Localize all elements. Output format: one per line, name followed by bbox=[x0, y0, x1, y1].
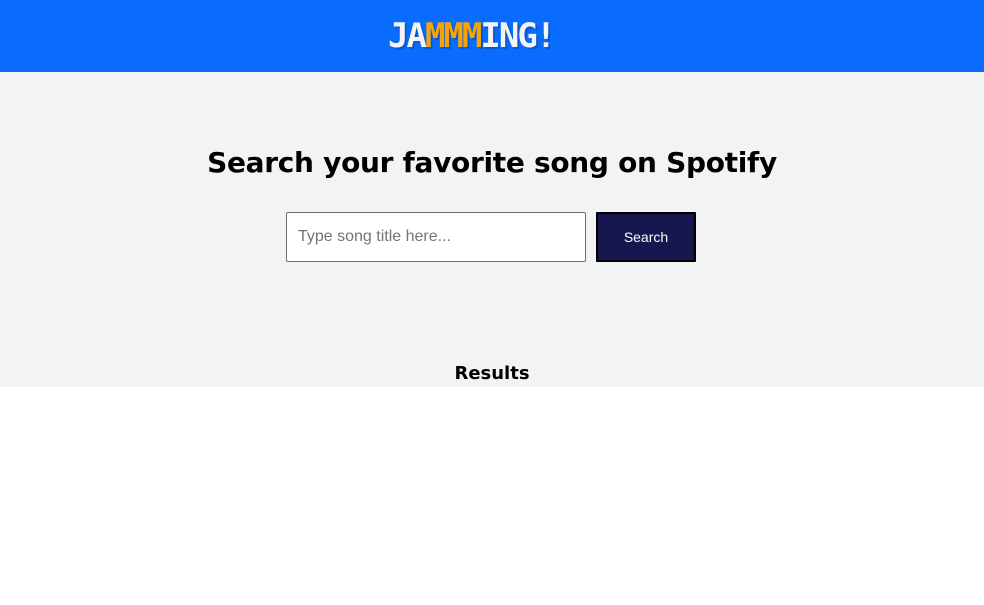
logo-part-mmm: MMM bbox=[424, 16, 482, 56]
page-title: Search your favorite song on Spotify bbox=[207, 146, 777, 179]
logo-part-ing: ING! bbox=[480, 16, 556, 56]
logo-part-ja: JA bbox=[388, 16, 427, 56]
results-heading: Results bbox=[454, 363, 530, 384]
search-input[interactable] bbox=[286, 212, 586, 262]
search-section: Search your favorite song on Spotify Sea… bbox=[0, 72, 984, 387]
jammming-logo[interactable]: JA MMM ING! bbox=[388, 16, 556, 56]
top-header-bar: JA MMM ING! bbox=[0, 0, 984, 72]
search-button[interactable]: Search bbox=[596, 212, 696, 262]
